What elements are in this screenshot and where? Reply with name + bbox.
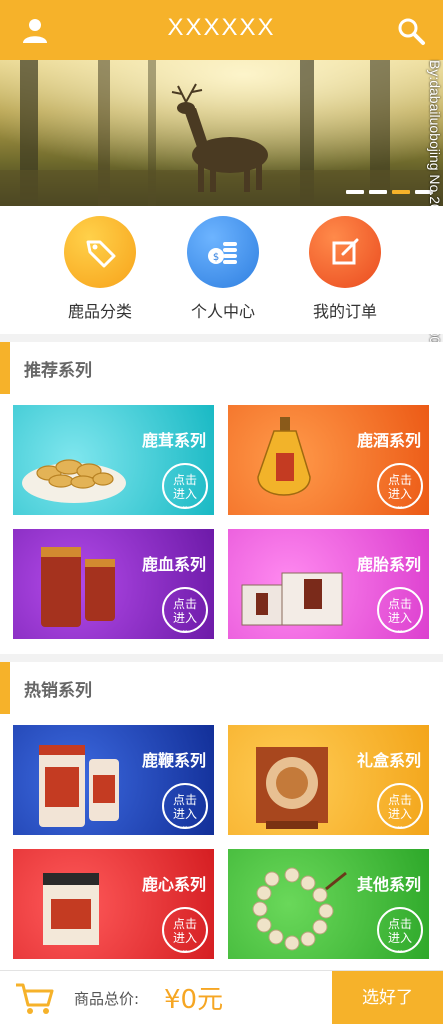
- quick-link-label: 鹿品分类: [67, 302, 132, 321]
- quick-link-label: 个人中心: [190, 302, 255, 321]
- card-title: 鹿酒系列: [356, 431, 421, 450]
- quick-link-profile[interactable]: $ 个人中心: [168, 216, 278, 322]
- enter-button[interactable]: 点击 进入 ⌄: [162, 587, 208, 634]
- chevron-down-icon: ⌄: [181, 625, 189, 634]
- card-title: 其他系列: [356, 875, 421, 894]
- card-title: 鹿胎系列: [356, 555, 421, 574]
- hero-banner[interactable]: [0, 60, 443, 206]
- total-price: ¥0元: [164, 985, 224, 1015]
- chevron-down-icon: ⌄: [181, 945, 189, 954]
- section-accent-bar: [0, 662, 10, 714]
- category-card[interactable]: 鹿心系列 点击 进入 ⌄: [13, 849, 214, 959]
- top-bar: XXXXXX: [0, 0, 443, 60]
- category-card[interactable]: 鹿血系列 点击 进入 ⌄: [13, 529, 214, 639]
- carousel-dot-active[interactable]: [392, 190, 410, 194]
- card-title: 鹿茸系列: [141, 431, 206, 450]
- category-card[interactable]: 其他系列 点击 进入 ⌄: [228, 849, 429, 959]
- search-icon[interactable]: [396, 16, 426, 46]
- quick-links: 鹿品分类 $ 个人中心 我的订单: [0, 206, 443, 334]
- hot-grid: 鹿鞭系列 点击 进入 ⌄ 礼盒系列 点击 进入 ⌄ 鹿心系列 点击 进入 ⌄ 其他系列 点击…: [0, 714, 443, 970]
- enter-button[interactable]: 点击 进入 ⌄: [162, 463, 208, 510]
- recommended-grid: 鹿茸系列 点击 进入 ⌄ 鹿酒系列 点击 进入 ⌄ 鹿血系列 点击 进入 ⌄ 鹿胎系列 点击…: [0, 394, 443, 654]
- enter-button[interactable]: 点击 进入 ⌄: [377, 463, 423, 510]
- product-image: [252, 867, 347, 951]
- chevron-down-icon: ⌄: [396, 501, 404, 510]
- checkout-button[interactable]: 选好了: [332, 971, 443, 1024]
- chevron-down-icon: ⌄: [396, 945, 404, 954]
- section-title: 推荐系列: [24, 361, 92, 381]
- product-image: [41, 547, 115, 627]
- svg-text:$: $: [213, 252, 219, 263]
- chevron-down-icon: ⌄: [181, 821, 189, 830]
- category-card[interactable]: 鹿茸系列 点击 进入 ⌄: [13, 405, 214, 515]
- product-image: [22, 459, 126, 503]
- enter-button[interactable]: 点击 进入 ⌄: [162, 907, 208, 954]
- card-title: 礼盒系列: [356, 751, 421, 770]
- quick-link-orders[interactable]: 我的订单: [290, 216, 400, 322]
- product-image: [256, 747, 328, 829]
- category-card[interactable]: 鹿胎系列 点击 进入 ⌄: [228, 529, 429, 639]
- edit-icon: [309, 216, 381, 288]
- chevron-down-icon: ⌄: [181, 501, 189, 510]
- tag-icon: [64, 216, 136, 288]
- enter-button[interactable]: 点击 进入 ⌄: [162, 783, 208, 830]
- card-title: 鹿鞭系列: [141, 751, 206, 770]
- quick-link-label: 我的订单: [312, 302, 377, 321]
- card-title: 鹿血系列: [141, 555, 206, 574]
- category-card[interactable]: 鹿鞭系列 点击 进入 ⌄: [13, 725, 214, 835]
- carousel-dot[interactable]: [346, 190, 364, 194]
- banner-image: [0, 60, 443, 206]
- enter-button[interactable]: 点击 进入 ⌄: [377, 907, 423, 954]
- card-title: 鹿心系列: [141, 875, 206, 894]
- section-title: 热销系列: [24, 681, 92, 701]
- section-header-recommended: 推荐系列: [0, 342, 443, 394]
- section-accent-bar: [0, 342, 10, 394]
- chevron-down-icon: ⌄: [396, 821, 404, 830]
- page-title: XXXXXX: [167, 14, 276, 41]
- product-image: [257, 417, 311, 496]
- carousel-dot[interactable]: [369, 190, 387, 194]
- bottom-cart-bar: 商品总价: ¥0元 选好了: [0, 970, 443, 1024]
- cart-icon[interactable]: [14, 981, 54, 1015]
- total-label: 商品总价:: [74, 990, 140, 1008]
- product-image: [241, 572, 343, 626]
- product-image: [39, 745, 119, 827]
- chevron-down-icon: ⌄: [396, 625, 404, 634]
- coins-icon: $: [187, 216, 259, 288]
- quick-link-category[interactable]: 鹿品分类: [45, 216, 155, 322]
- section-header-hot: 热销系列: [0, 662, 443, 714]
- product-image: [43, 873, 99, 945]
- category-card[interactable]: 鹿酒系列 点击 进入 ⌄: [228, 405, 429, 515]
- enter-button[interactable]: 点击 进入 ⌄: [377, 587, 423, 634]
- category-card[interactable]: 礼盒系列 点击 进入 ⌄: [228, 725, 429, 835]
- enter-button[interactable]: 点击 进入 ⌄: [377, 783, 423, 830]
